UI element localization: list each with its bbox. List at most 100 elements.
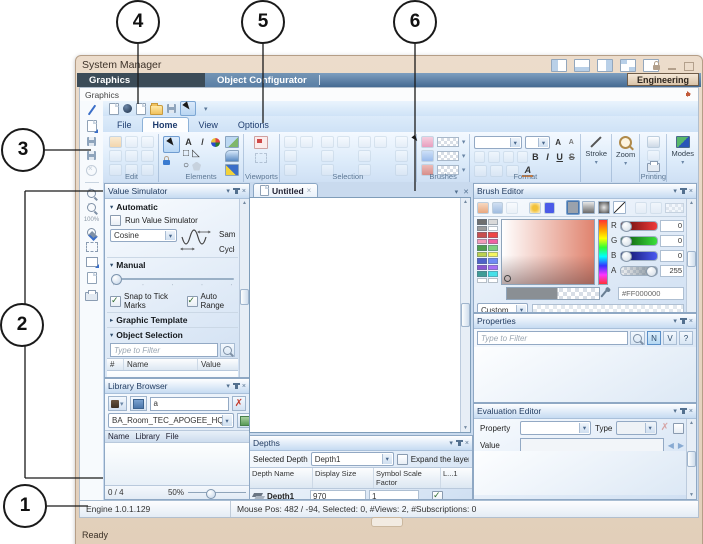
duplicate-icon[interactable] — [109, 150, 122, 162]
section-automatic[interactable]: ▾Automatic — [107, 200, 238, 214]
brush-editor-header[interactable]: Brush Editor ▾× — [474, 184, 696, 199]
fill-brush-swatch[interactable] — [437, 137, 459, 147]
ellipse-tool-icon[interactable]: ○ — [183, 161, 189, 171]
pen-brush-icon[interactable] — [492, 202, 504, 214]
column-value[interactable]: Value — [198, 359, 238, 370]
pencil-tool-icon[interactable] — [87, 105, 96, 116]
palette-swatch[interactable] — [488, 226, 498, 232]
color-palette[interactable] — [477, 219, 498, 285]
new-document-icon[interactable] — [87, 120, 97, 132]
palette-swatch[interactable] — [477, 219, 487, 225]
send-back-icon[interactable] — [374, 136, 387, 148]
italic-icon[interactable]: I — [543, 152, 552, 162]
column-symbol-scale[interactable]: Symbol Scale Factor — [374, 468, 441, 488]
column-depth-name[interactable]: Depth Name — [250, 468, 313, 488]
selection-marquee-icon[interactable] — [86, 242, 98, 252]
chevron-down-icon[interactable]: ▾ — [226, 382, 230, 390]
qat-save-icon[interactable] — [167, 104, 176, 113]
restore-button[interactable] — [684, 62, 694, 71]
chevron-down-icon[interactable]: ▾ — [673, 317, 677, 325]
palette-swatch[interactable] — [488, 219, 498, 225]
qat-open-icon[interactable] — [150, 105, 163, 115]
symbol-scale-input[interactable]: 1 — [369, 490, 419, 500]
import-library-button[interactable]: ▾ — [108, 396, 127, 411]
palette-swatch[interactable] — [488, 271, 498, 277]
blue-slider[interactable] — [620, 251, 658, 261]
chevron-down-icon[interactable]: ▾ — [449, 439, 453, 447]
viewport-rect-icon[interactable] — [86, 257, 98, 267]
triangle-tool-icon[interactable]: ◺ — [192, 149, 200, 159]
depths-header[interactable]: Depths ▾× — [250, 436, 472, 451]
qat-pointer-button[interactable] — [180, 101, 196, 116]
window-grip[interactable] — [371, 517, 403, 527]
slider-thumb[interactable] — [646, 266, 657, 277]
library-select[interactable]: BA_Room_TEC_APOGEE_HQ_1▾ — [108, 413, 234, 428]
tab-object-configurator[interactable]: Object Configurator — [205, 73, 319, 87]
pin-icon[interactable] — [682, 188, 685, 194]
image-tool-icon[interactable] — [225, 136, 239, 148]
ungroup-icon[interactable] — [300, 136, 313, 148]
align-left-icon[interactable] — [284, 150, 297, 162]
close-icon[interactable]: × — [689, 408, 693, 415]
polygon-tool-icon[interactable] — [192, 162, 201, 171]
zoom-level-label[interactable]: 100% — [84, 217, 99, 223]
column-name[interactable]: Name — [105, 431, 132, 442]
prev-arrow-icon[interactable]: ◀ — [668, 441, 674, 450]
cut-icon[interactable] — [125, 136, 138, 148]
palette-swatch[interactable] — [477, 252, 487, 258]
tab-graphics[interactable]: Graphics — [77, 73, 205, 87]
ribbon-tab-file[interactable]: File — [107, 118, 142, 132]
document-icon[interactable] — [87, 272, 97, 284]
evaluation-editor-header[interactable]: Evaluation Editor ▾× — [474, 404, 696, 419]
value-simulator-header[interactable]: Value Simulator ▾× — [105, 184, 249, 199]
palette-swatch[interactable] — [488, 245, 498, 251]
column-library[interactable]: Library — [132, 431, 162, 442]
align-text-justify-icon[interactable] — [517, 151, 528, 163]
palette-swatch[interactable] — [477, 245, 487, 251]
palette-swatch[interactable] — [488, 258, 498, 264]
scrollbar-vertical[interactable]: ▲▼ — [239, 199, 249, 378]
bring-front-icon[interactable] — [358, 136, 371, 148]
snap-checkbox[interactable] — [110, 296, 121, 307]
zoom-in-icon[interactable]: + — [87, 189, 96, 198]
palette-swatch[interactable] — [488, 239, 498, 245]
ribbon-tab-home[interactable]: Home — [142, 117, 189, 132]
scrollbar-vertical[interactable]: ▲▼ — [460, 198, 470, 432]
strikethrough-icon[interactable]: S — [567, 152, 576, 162]
brush-category-select[interactable]: Custom▾ — [477, 303, 528, 313]
close-document-icon[interactable]: ✕ — [463, 188, 469, 196]
fill-brush-dropdown-icon[interactable]: ▾ — [462, 138, 466, 146]
document-tab-untitled[interactable]: Untitled × — [253, 183, 318, 197]
zoom-options-icon[interactable] — [87, 228, 96, 237]
section-object-selection[interactable]: ▾Object Selection — [107, 327, 238, 342]
layout-left-icon[interactable] — [551, 59, 567, 72]
engineering-button[interactable]: Engineering — [627, 73, 699, 86]
slider-thumb[interactable] — [206, 489, 216, 499]
library-browser-header[interactable]: Library Browser ▾× — [105, 379, 249, 394]
navigate-icon[interactable] — [686, 91, 694, 98]
custom-brush-preview[interactable] — [532, 304, 684, 313]
rotate-left-icon[interactable] — [395, 136, 408, 148]
layout-bottom-icon[interactable] — [574, 59, 590, 72]
pin-icon[interactable] — [235, 188, 238, 194]
copy-brush-icon[interactable] — [635, 202, 647, 214]
qat-globe-icon[interactable] — [123, 104, 132, 113]
red-slider[interactable] — [620, 221, 658, 231]
center-icon[interactable] — [321, 150, 334, 162]
pin-icon[interactable] — [458, 440, 461, 446]
zoom-out-icon[interactable]: - — [87, 203, 96, 212]
column-file[interactable]: File — [163, 431, 182, 442]
pin-icon[interactable] — [235, 383, 238, 389]
palette-swatch[interactable] — [477, 278, 487, 284]
flip-h-icon[interactable] — [358, 150, 371, 162]
properties-filter-input[interactable]: Type to Filter — [477, 331, 628, 345]
align-text-left-icon[interactable] — [474, 151, 485, 163]
manual-value-slider[interactable] — [111, 274, 234, 284]
palette-swatch[interactable] — [477, 232, 487, 238]
scrollbar-vertical[interactable]: ▲▼ — [686, 199, 696, 313]
breadcrumb-label[interactable]: Graphics — [85, 90, 119, 100]
palette-swatch[interactable] — [488, 252, 498, 258]
palette-swatch[interactable] — [477, 271, 487, 277]
lock-elements-icon[interactable] — [163, 160, 170, 165]
selected-depth-select[interactable]: Depth1▾ — [311, 452, 394, 466]
